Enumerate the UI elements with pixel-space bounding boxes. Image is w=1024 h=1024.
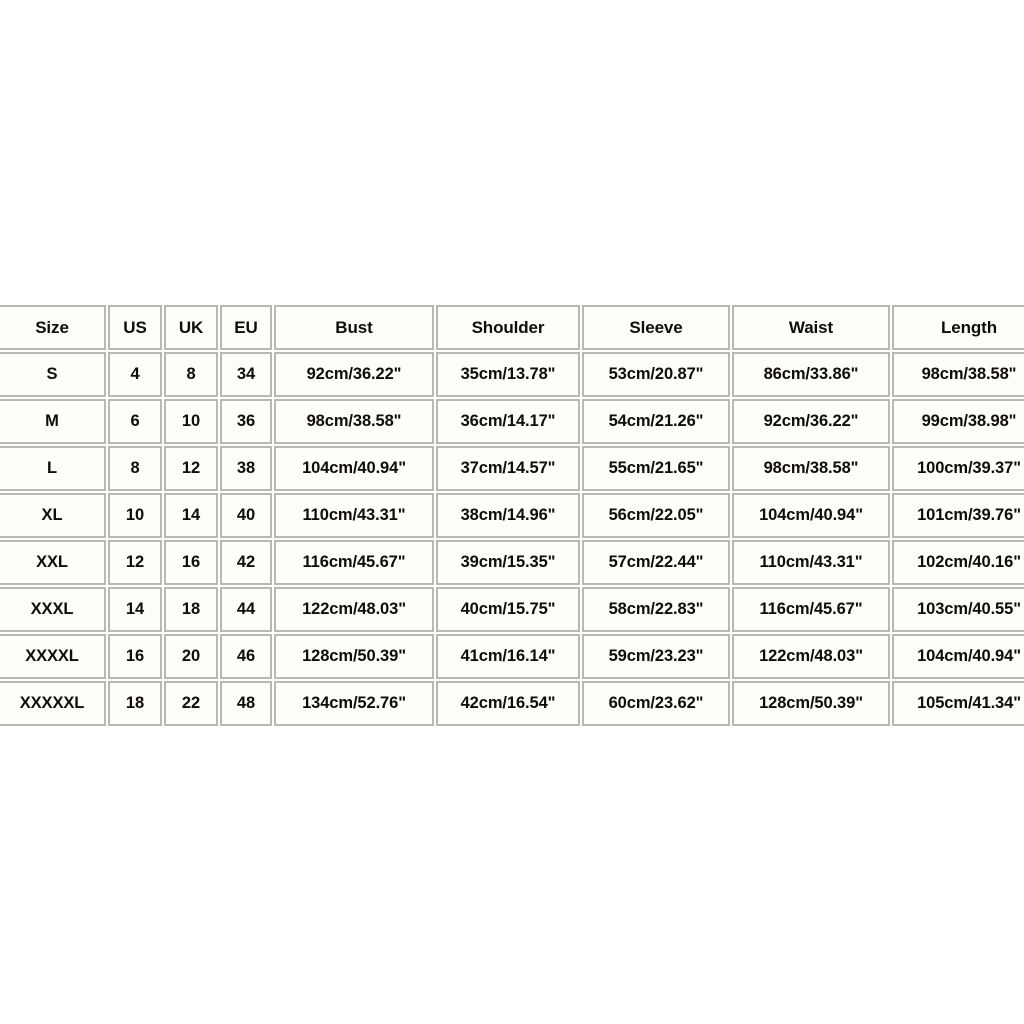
cell-waist: 122cm/48.03": [732, 634, 890, 679]
cell-us: 8: [108, 446, 162, 491]
cell-sleeve: 53cm/20.87": [582, 352, 730, 397]
cell-uk: 16: [164, 540, 218, 585]
column-header-length: Length: [892, 305, 1024, 350]
column-header-size: Size: [0, 305, 106, 350]
cell-length: 102cm/40.16": [892, 540, 1024, 585]
cell-size: M: [0, 399, 106, 444]
cell-sleeve: 60cm/23.62": [582, 681, 730, 726]
cell-shoulder: 36cm/14.17": [436, 399, 580, 444]
cell-uk: 18: [164, 587, 218, 632]
cell-eu: 48: [220, 681, 272, 726]
page-canvas: Size US UK EU Bust Shoulder Sleeve Waist…: [0, 0, 1024, 1024]
table-row: M 6 10 36 98cm/38.58" 36cm/14.17" 54cm/2…: [0, 399, 1024, 444]
cell-bust: 104cm/40.94": [274, 446, 434, 491]
size-chart-header: Size US UK EU Bust Shoulder Sleeve Waist…: [0, 305, 1024, 350]
cell-shoulder: 40cm/15.75": [436, 587, 580, 632]
cell-size: S: [0, 352, 106, 397]
size-chart-body: S 4 8 34 92cm/36.22" 35cm/13.78" 53cm/20…: [0, 352, 1024, 726]
column-header-sleeve: Sleeve: [582, 305, 730, 350]
cell-shoulder: 41cm/16.14": [436, 634, 580, 679]
cell-eu: 44: [220, 587, 272, 632]
table-row: XXXXXL 18 22 48 134cm/52.76" 42cm/16.54"…: [0, 681, 1024, 726]
cell-waist: 98cm/38.58": [732, 446, 890, 491]
table-row: L 8 12 38 104cm/40.94" 37cm/14.57" 55cm/…: [0, 446, 1024, 491]
cell-waist: 110cm/43.31": [732, 540, 890, 585]
cell-size: XL: [0, 493, 106, 538]
cell-bust: 122cm/48.03": [274, 587, 434, 632]
column-header-us: US: [108, 305, 162, 350]
cell-us: 10: [108, 493, 162, 538]
cell-eu: 34: [220, 352, 272, 397]
cell-eu: 42: [220, 540, 272, 585]
cell-waist: 92cm/36.22": [732, 399, 890, 444]
cell-sleeve: 56cm/22.05": [582, 493, 730, 538]
cell-waist: 116cm/45.67": [732, 587, 890, 632]
cell-eu: 40: [220, 493, 272, 538]
cell-eu: 38: [220, 446, 272, 491]
cell-us: 4: [108, 352, 162, 397]
size-chart-table: Size US UK EU Bust Shoulder Sleeve Waist…: [0, 303, 1024, 728]
cell-length: 100cm/39.37": [892, 446, 1024, 491]
cell-bust: 134cm/52.76": [274, 681, 434, 726]
cell-waist: 104cm/40.94": [732, 493, 890, 538]
column-header-waist: Waist: [732, 305, 890, 350]
cell-length: 99cm/38.98": [892, 399, 1024, 444]
column-header-eu: EU: [220, 305, 272, 350]
cell-shoulder: 39cm/15.35": [436, 540, 580, 585]
size-chart-container: Size US UK EU Bust Shoulder Sleeve Waist…: [0, 303, 1024, 728]
cell-length: 105cm/41.34": [892, 681, 1024, 726]
cell-shoulder: 35cm/13.78": [436, 352, 580, 397]
cell-shoulder: 42cm/16.54": [436, 681, 580, 726]
cell-size: XXXL: [0, 587, 106, 632]
column-header-bust: Bust: [274, 305, 434, 350]
cell-length: 103cm/40.55": [892, 587, 1024, 632]
cell-bust: 110cm/43.31": [274, 493, 434, 538]
cell-sleeve: 55cm/21.65": [582, 446, 730, 491]
cell-eu: 36: [220, 399, 272, 444]
cell-size: XXXXL: [0, 634, 106, 679]
cell-sleeve: 57cm/22.44": [582, 540, 730, 585]
cell-waist: 128cm/50.39": [732, 681, 890, 726]
cell-sleeve: 54cm/21.26": [582, 399, 730, 444]
column-header-uk: UK: [164, 305, 218, 350]
table-row: XXL 12 16 42 116cm/45.67" 39cm/15.35" 57…: [0, 540, 1024, 585]
table-row: S 4 8 34 92cm/36.22" 35cm/13.78" 53cm/20…: [0, 352, 1024, 397]
cell-waist: 86cm/33.86": [732, 352, 890, 397]
cell-us: 16: [108, 634, 162, 679]
cell-size: XXL: [0, 540, 106, 585]
cell-uk: 10: [164, 399, 218, 444]
cell-uk: 8: [164, 352, 218, 397]
cell-us: 6: [108, 399, 162, 444]
table-row: XXXXL 16 20 46 128cm/50.39" 41cm/16.14" …: [0, 634, 1024, 679]
cell-bust: 128cm/50.39": [274, 634, 434, 679]
cell-sleeve: 59cm/23.23": [582, 634, 730, 679]
cell-length: 104cm/40.94": [892, 634, 1024, 679]
cell-length: 98cm/38.58": [892, 352, 1024, 397]
column-header-shoulder: Shoulder: [436, 305, 580, 350]
cell-us: 12: [108, 540, 162, 585]
cell-uk: 22: [164, 681, 218, 726]
cell-bust: 98cm/38.58": [274, 399, 434, 444]
cell-uk: 12: [164, 446, 218, 491]
cell-shoulder: 38cm/14.96": [436, 493, 580, 538]
cell-sleeve: 58cm/22.83": [582, 587, 730, 632]
cell-bust: 116cm/45.67": [274, 540, 434, 585]
cell-size: L: [0, 446, 106, 491]
cell-uk: 20: [164, 634, 218, 679]
cell-uk: 14: [164, 493, 218, 538]
cell-bust: 92cm/36.22": [274, 352, 434, 397]
cell-us: 14: [108, 587, 162, 632]
cell-size: XXXXXL: [0, 681, 106, 726]
table-row: XL 10 14 40 110cm/43.31" 38cm/14.96" 56c…: [0, 493, 1024, 538]
cell-us: 18: [108, 681, 162, 726]
table-header-row: Size US UK EU Bust Shoulder Sleeve Waist…: [0, 305, 1024, 350]
cell-shoulder: 37cm/14.57": [436, 446, 580, 491]
table-row: XXXL 14 18 44 122cm/48.03" 40cm/15.75" 5…: [0, 587, 1024, 632]
cell-eu: 46: [220, 634, 272, 679]
cell-length: 101cm/39.76": [892, 493, 1024, 538]
